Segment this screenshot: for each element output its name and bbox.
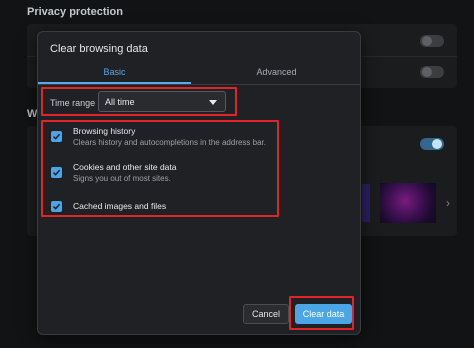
privacy-toggle-2[interactable] [420,66,444,78]
privacy-toggle-1[interactable] [420,35,444,47]
dialog-title: Clear browsing data [50,43,148,55]
section-heading-fragment: W [27,108,38,120]
highlight-box-options [41,120,279,217]
tab-advanced[interactable]: Advanced [191,67,362,83]
highlight-box-clear-button [289,296,354,330]
chevron-right-icon[interactable]: › [446,196,450,210]
wallpaper-toggle[interactable] [420,138,444,150]
highlight-box-time-range [41,87,237,116]
tab-basic[interactable]: Basic [38,67,191,83]
wallpaper-thumbnail[interactable] [380,183,436,223]
privacy-section-heading: Privacy protection [27,6,123,18]
cancel-button[interactable]: Cancel [243,304,289,324]
tab-divider [38,84,360,85]
wallpaper-thumbnail[interactable] [362,184,370,222]
